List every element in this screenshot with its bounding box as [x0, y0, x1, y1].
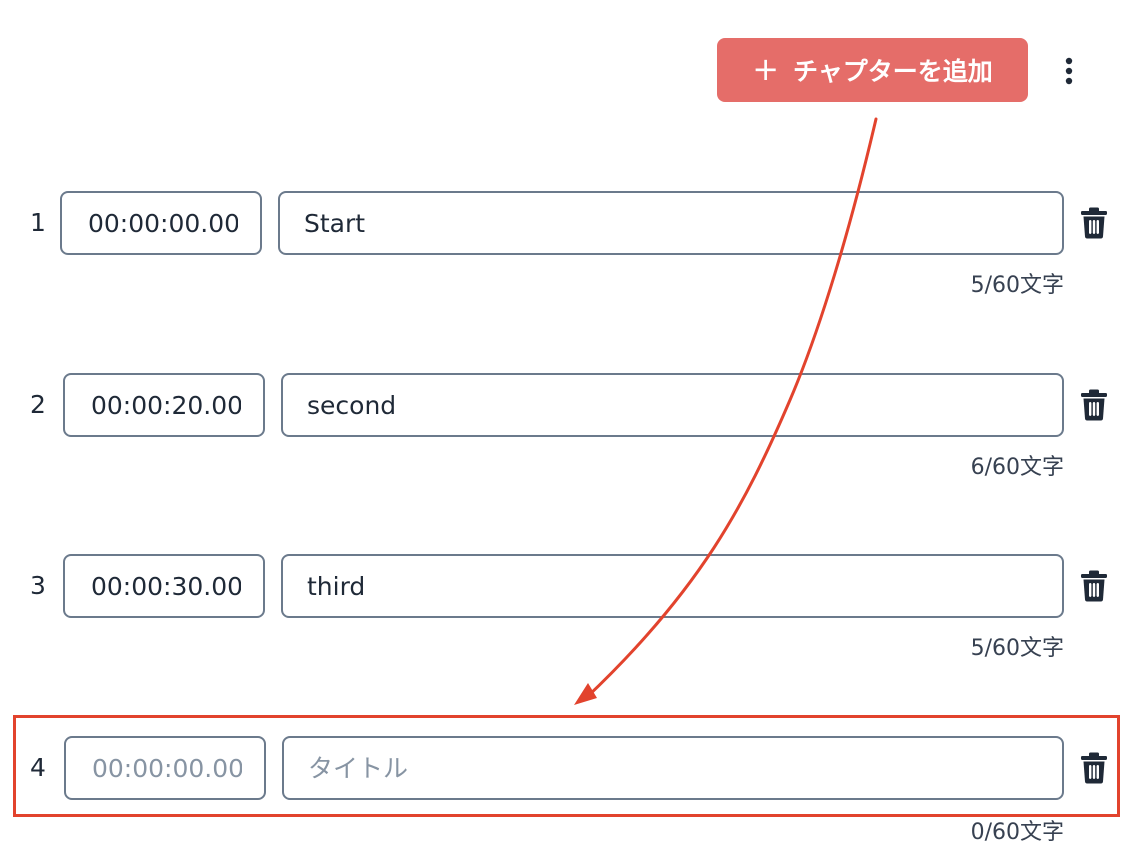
chapter-row-1: 1 5/60文字 — [0, 191, 1132, 298]
trash-icon[interactable] — [1080, 752, 1108, 784]
chapter-time-input[interactable] — [64, 736, 266, 800]
chapter-index: 1 — [30, 208, 46, 237]
character-counter: 5/60文字 — [970, 636, 1064, 661]
add-chapter-label: チャプターを追加 — [793, 57, 993, 86]
character-counter: 5/60文字 — [970, 273, 1064, 298]
chapter-row-4: 4 0/60文字 — [0, 736, 1132, 845]
chapter-time-input[interactable] — [63, 373, 265, 437]
chapter-title-input[interactable] — [281, 373, 1064, 437]
plus-icon: + — [752, 49, 780, 88]
chapter-row-2: 2 6/60文字 — [0, 373, 1132, 480]
trash-icon[interactable] — [1080, 570, 1108, 602]
chapter-index: 3 — [30, 571, 46, 600]
character-counter: 0/60文字 — [970, 820, 1064, 845]
annotation-arrowhead — [574, 683, 597, 705]
chapter-title-input[interactable] — [282, 736, 1064, 800]
character-counter: 6/60文字 — [970, 455, 1064, 480]
more-vertical-icon[interactable] — [1052, 50, 1086, 92]
trash-icon[interactable] — [1080, 207, 1108, 239]
chapter-row-3: 3 5/60文字 — [0, 554, 1132, 661]
chapter-index: 4 — [30, 753, 46, 782]
add-chapter-button[interactable]: + チャプターを追加 — [717, 38, 1028, 102]
chapter-time-input[interactable] — [60, 191, 262, 255]
chapter-index: 2 — [30, 390, 46, 419]
chapter-title-input[interactable] — [281, 554, 1064, 618]
chapter-title-input[interactable] — [278, 191, 1064, 255]
chapter-time-input[interactable] — [63, 554, 265, 618]
trash-icon[interactable] — [1080, 389, 1108, 421]
